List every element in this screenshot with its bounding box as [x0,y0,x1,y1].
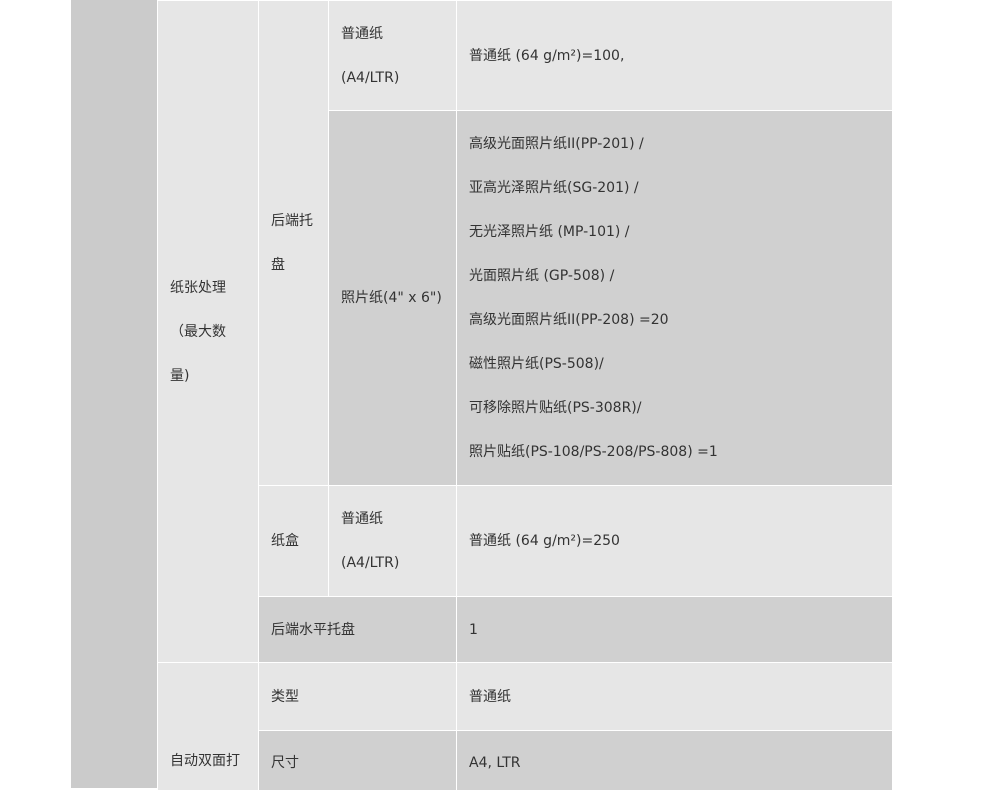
photo-paper-value-item: 高级光面照片纸II(PP-208) =20 [469,312,669,328]
photo-paper-value-item: 磁性照片纸(PS-508)/ [469,356,604,372]
duplex-size-header: 尺寸 [258,730,457,791]
duplex-type-header: 类型 [258,662,457,731]
spec-page: 纸张处理 （最大数 量) 后端托 盘 普通纸 (A4/LTR) 普通纸 (64 … [0,0,990,791]
cassette-plain-paper-value-cell: 普通纸 (64 g/m²)=250 [456,485,893,597]
photo-paper-value-item: 高级光面照片纸II(PP-201) / [469,136,644,152]
paper-handling-label-line1: 纸张处理 [170,279,226,296]
duplex-type-label: 类型 [271,688,299,705]
duplex-size-value-cell: A4, LTR [456,730,893,791]
rear-plain-paper-value-cell: 普通纸 (64 g/m²)=100, [456,0,893,111]
photo-paper-type: 照片纸(4" x 6") [341,290,442,306]
rear-flat-tray-value: 1 [469,621,478,638]
rear-plain-paper-type-line2: (A4/LTR) [341,69,400,86]
photo-paper-type-cell: 照片纸(4" x 6") [328,110,457,486]
paper-handling-header: 纸张处理 （最大数 量) [157,0,259,663]
paper-handling-label-line3: 量) [170,367,190,384]
cassette-label: 纸盒 [271,533,299,549]
photo-paper-value-item: 光面照片纸 (GP-508) / [469,268,615,284]
auto-duplex-header: 自动双面打 [157,662,259,791]
left-margin-band [71,0,157,788]
rear-flat-tray-header: 后端水平托盘 [258,596,457,663]
photo-paper-value-item: 亚高光泽照片纸(SG-201) / [469,180,639,196]
cassette-plain-paper-type-line1: 普通纸 [341,511,383,527]
rear-plain-paper-type-cell: 普通纸 (A4/LTR) [328,0,457,111]
duplex-type-value: 普通纸 [469,688,511,705]
rear-flat-tray-value-cell: 1 [456,596,893,663]
photo-paper-value-item: 可移除照片贴纸(PS-308R)/ [469,400,642,416]
table-row: 尺寸 A4, LTR [158,730,893,791]
table-row: 自动双面打 类型 普通纸 [157,662,893,791]
duplex-type-value-cell: 普通纸 [456,662,893,731]
rear-tray-label-line1: 后端托 [271,213,313,229]
rear-flat-tray-label: 后端水平托盘 [271,621,355,638]
cassette-plain-paper-type-cell: 普通纸 (A4/LTR) [328,485,457,597]
photo-paper-value-item: 无光泽照片纸 (MP-101) / [469,224,630,240]
table-row: 纸盒 普通纸 (A4/LTR) 普通纸 (64 g/m²)=250 [158,485,893,597]
duplex-size-label: 尺寸 [271,755,299,771]
table-row: 纸张处理 （最大数 量) 后端托 盘 普通纸 (A4/LTR) 普通纸 (64 … [157,0,893,663]
photo-paper-values-cell: 高级光面照片纸II(PP-201) / 亚高光泽照片纸(SG-201) / 无光… [456,110,893,486]
cassette-header: 纸盒 [258,485,329,597]
spec-table: 纸张处理 （最大数 量) 后端托 盘 普通纸 (A4/LTR) 普通纸 (64 … [157,0,893,791]
rear-plain-paper-value: 普通纸 (64 g/m²)=100, [469,47,625,64]
paper-handling-label-line2: （最大数 [170,323,226,340]
cassette-plain-paper-value: 普通纸 (64 g/m²)=250 [469,533,620,549]
cassette-plain-paper-type-line2: (A4/LTR) [341,555,400,571]
duplex-size-value: A4, LTR [469,755,521,771]
table-row: 后端水平托盘 1 [158,596,893,663]
auto-duplex-label: 自动双面打 [170,753,240,769]
rear-plain-paper-type-line1: 普通纸 [341,25,383,42]
photo-paper-value-item: 照片贴纸(PS-108/PS-208/PS-808) =1 [469,444,718,460]
rear-tray-header: 后端托 盘 [258,0,329,486]
rear-tray-label-line2: 盘 [271,257,285,273]
